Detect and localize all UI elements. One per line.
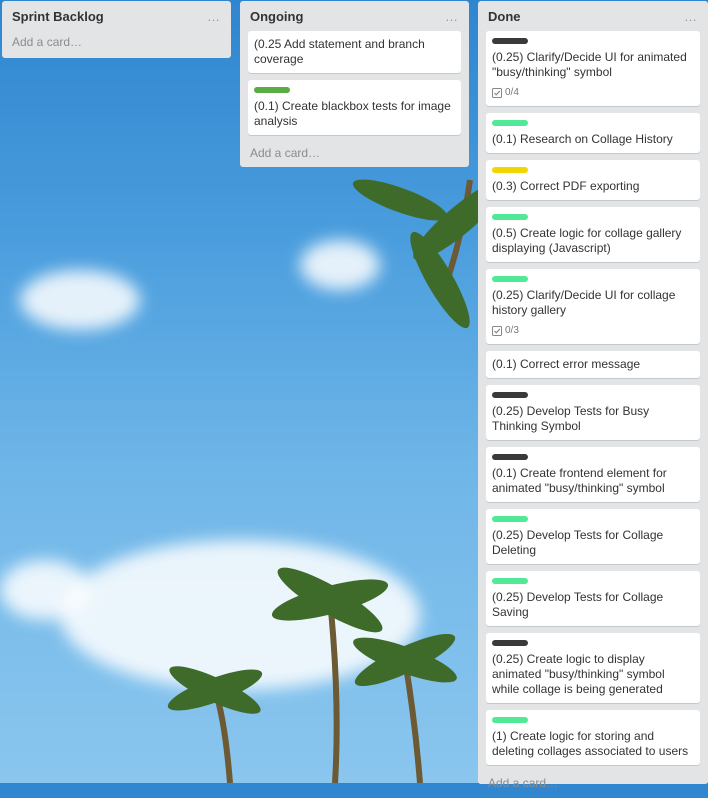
card-label (492, 120, 528, 126)
card-label (492, 640, 528, 646)
checklist-badge: 0/3 (492, 323, 693, 338)
card-label (492, 578, 528, 584)
card-list: (0.25) Clarify/Decide UI for animated "b… (486, 31, 700, 765)
card[interactable]: (0.25) Create logic to display animated … (486, 633, 700, 703)
add-card-button[interactable]: Add a card… (486, 772, 700, 798)
card[interactable]: (0.1) Correct error message (486, 351, 700, 378)
card[interactable]: (0.25 Add statement and branch coverage (248, 31, 461, 73)
card-title: (0.1) Create blackbox tests for image an… (254, 99, 451, 128)
card-title: (0.25) Clarify/Decide UI for animated "b… (492, 50, 687, 79)
list-header: Sprint Backlog … (10, 1, 223, 31)
list-menu-icon[interactable]: … (684, 9, 698, 24)
card-title: (0.1) Create frontend element for animat… (492, 466, 667, 495)
card-label (492, 214, 528, 220)
card-label (492, 167, 528, 173)
add-card-button[interactable]: Add a card… (10, 31, 223, 57)
list-header: Ongoing … (248, 1, 461, 31)
checklist-count: 0/4 (505, 87, 519, 98)
card-title: (0.3) Correct PDF exporting (492, 179, 640, 193)
card[interactable]: (0.25) Develop Tests for Collage Deletin… (486, 509, 700, 564)
list-ongoing: Ongoing … (0.25 Add statement and branch… (240, 1, 469, 167)
card-title: (0.25) Develop Tests for Busy Thinking S… (492, 404, 650, 433)
card[interactable]: (0.1) Create blackbox tests for image an… (248, 80, 461, 135)
add-card-button[interactable]: Add a card… (248, 142, 461, 168)
card[interactable]: (0.1) Create frontend element for animat… (486, 447, 700, 502)
card-label (492, 454, 528, 460)
card-title: (0.5) Create logic for collage gallery d… (492, 226, 682, 255)
card-label (492, 276, 528, 282)
card-label (254, 87, 290, 93)
list-menu-icon[interactable]: … (207, 9, 221, 24)
card-title: (0.25) Develop Tests for Collage Saving (492, 590, 664, 619)
card-title: (0.1) Research on Collage History (492, 132, 673, 146)
list-menu-icon[interactable]: … (445, 9, 459, 24)
card[interactable]: (0.5) Create logic for collage gallery d… (486, 207, 700, 262)
checklist-icon (492, 87, 502, 98)
card-title: (1) Create logic for storing and deletin… (492, 729, 689, 758)
checklist-badge: 0/4 (492, 85, 693, 100)
checklist-count: 0/3 (505, 325, 519, 336)
card[interactable]: (1) Create logic for storing and deletin… (486, 710, 700, 765)
list-done: Done … (0.25) Clarify/Decide UI for anim… (478, 1, 708, 790)
card[interactable]: (0.1) Research on Collage History (486, 113, 700, 153)
checklist-icon (492, 325, 502, 336)
list-title: Ongoing (250, 8, 304, 24)
card[interactable]: (0.3) Correct PDF exporting (486, 160, 700, 200)
card-title: (0.25) Create logic to display animated … (492, 652, 665, 696)
list-header: Done … (486, 1, 700, 31)
card-title: (0.1) Correct error message (492, 357, 641, 371)
card-title: (0.25) Develop Tests for Collage Deletin… (492, 528, 664, 557)
list-title: Sprint Backlog (12, 8, 104, 24)
card-title: (0.25 Add statement and branch coverage (254, 37, 425, 66)
card-label (492, 717, 528, 723)
card-label (492, 38, 528, 44)
card-label (492, 516, 528, 522)
card-list: (0.25 Add statement and branch coverage (… (248, 31, 461, 135)
card[interactable]: (0.25) Develop Tests for Collage Saving (486, 571, 700, 626)
card-label (492, 392, 528, 398)
card-title: (0.25) Clarify/Decide UI for collage his… (492, 288, 676, 317)
list-sprint-backlog: Sprint Backlog … Add a card… (2, 1, 231, 58)
card[interactable]: (0.25) Clarify/Decide UI for animated "b… (486, 31, 700, 106)
card[interactable]: (0.25) Develop Tests for Busy Thinking S… (486, 385, 700, 440)
card[interactable]: (0.25) Clarify/Decide UI for collage his… (486, 269, 700, 344)
list-title: Done (488, 8, 521, 24)
